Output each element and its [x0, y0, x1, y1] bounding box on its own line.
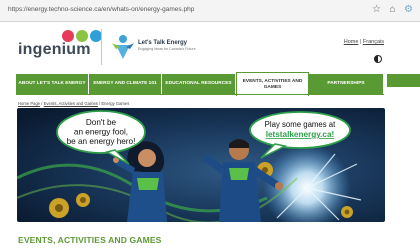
- nav-item-educational[interactable]: EDUCATIONAL RESOURCES: [162, 74, 236, 94]
- breadcrumb-current: Energy Games: [101, 101, 130, 106]
- ingenium-logo[interactable]: ingenium: [18, 30, 102, 64]
- contrast-toggle-icon[interactable]: [374, 55, 382, 63]
- francais-link[interactable]: Français: [363, 39, 384, 45]
- main-nav: ABOUT LET'S TALK ENERGY ENERGY AND CLIMA…: [16, 72, 384, 96]
- bubble-right-line-1: Play some games at: [265, 120, 336, 129]
- header-divider: [101, 29, 102, 65]
- nav-item-events[interactable]: EVENTS, ACTIVITIES AND GAMES: [236, 72, 309, 96]
- home-icon[interactable]: ⌂: [387, 4, 398, 16]
- browser-address-bar: https://energy.techno-science.ca/en/what…: [0, 0, 420, 22]
- top-links: Home | Français: [344, 39, 384, 45]
- url-field[interactable]: https://energy.techno-science.ca/en/what…: [8, 6, 194, 13]
- lte-tagline: Engaging Ideas for Canada's Future: [138, 47, 196, 51]
- breadcrumb-separator: /: [41, 101, 43, 106]
- breadcrumb-home[interactable]: Home Page: [18, 101, 40, 106]
- lets-talk-energy-logo[interactable]: Let's Talk Energy Engaging Ideas for Can…: [110, 33, 220, 61]
- star-icon[interactable]: ☆: [371, 4, 382, 16]
- page-title: EVENTS, ACTIVITIES AND GAMES: [18, 235, 162, 245]
- bubble-right-link: letstalkenergy.ca!: [266, 130, 335, 139]
- nav-item-energy-climate[interactable]: ENERGY AND CLIMATE 101: [89, 74, 162, 94]
- nav-extra-tab: [387, 74, 420, 87]
- hero-banner: Don't be an energy fool, be an energy he…: [17, 108, 385, 222]
- bubble-left-line-1: Don't be: [86, 118, 117, 127]
- home-link[interactable]: Home: [344, 39, 359, 45]
- nav-item-partnerships[interactable]: PARTNERSHIPS: [309, 74, 384, 94]
- link-separator: |: [359, 39, 362, 45]
- nav-item-about[interactable]: ABOUT LET'S TALK ENERGY: [16, 74, 89, 94]
- lte-title: Let's Talk Energy: [138, 40, 187, 46]
- nav-underline: [16, 94, 384, 95]
- lte-figure-icon: [112, 35, 134, 59]
- bubble-left-line-2: an energy fool,: [74, 128, 128, 137]
- ingenium-wordmark: ingenium: [18, 41, 91, 58]
- gear-icon[interactable]: ⚙: [403, 4, 414, 16]
- breadcrumb-events[interactable]: Events, Activities and Games: [44, 101, 98, 106]
- bubble-left-line-3: be an energy hero!: [67, 137, 136, 146]
- banner-illustration: Don't be an energy fool, be an energy he…: [17, 108, 385, 222]
- breadcrumb: Home Page / Events, Activities and Games…: [18, 101, 129, 106]
